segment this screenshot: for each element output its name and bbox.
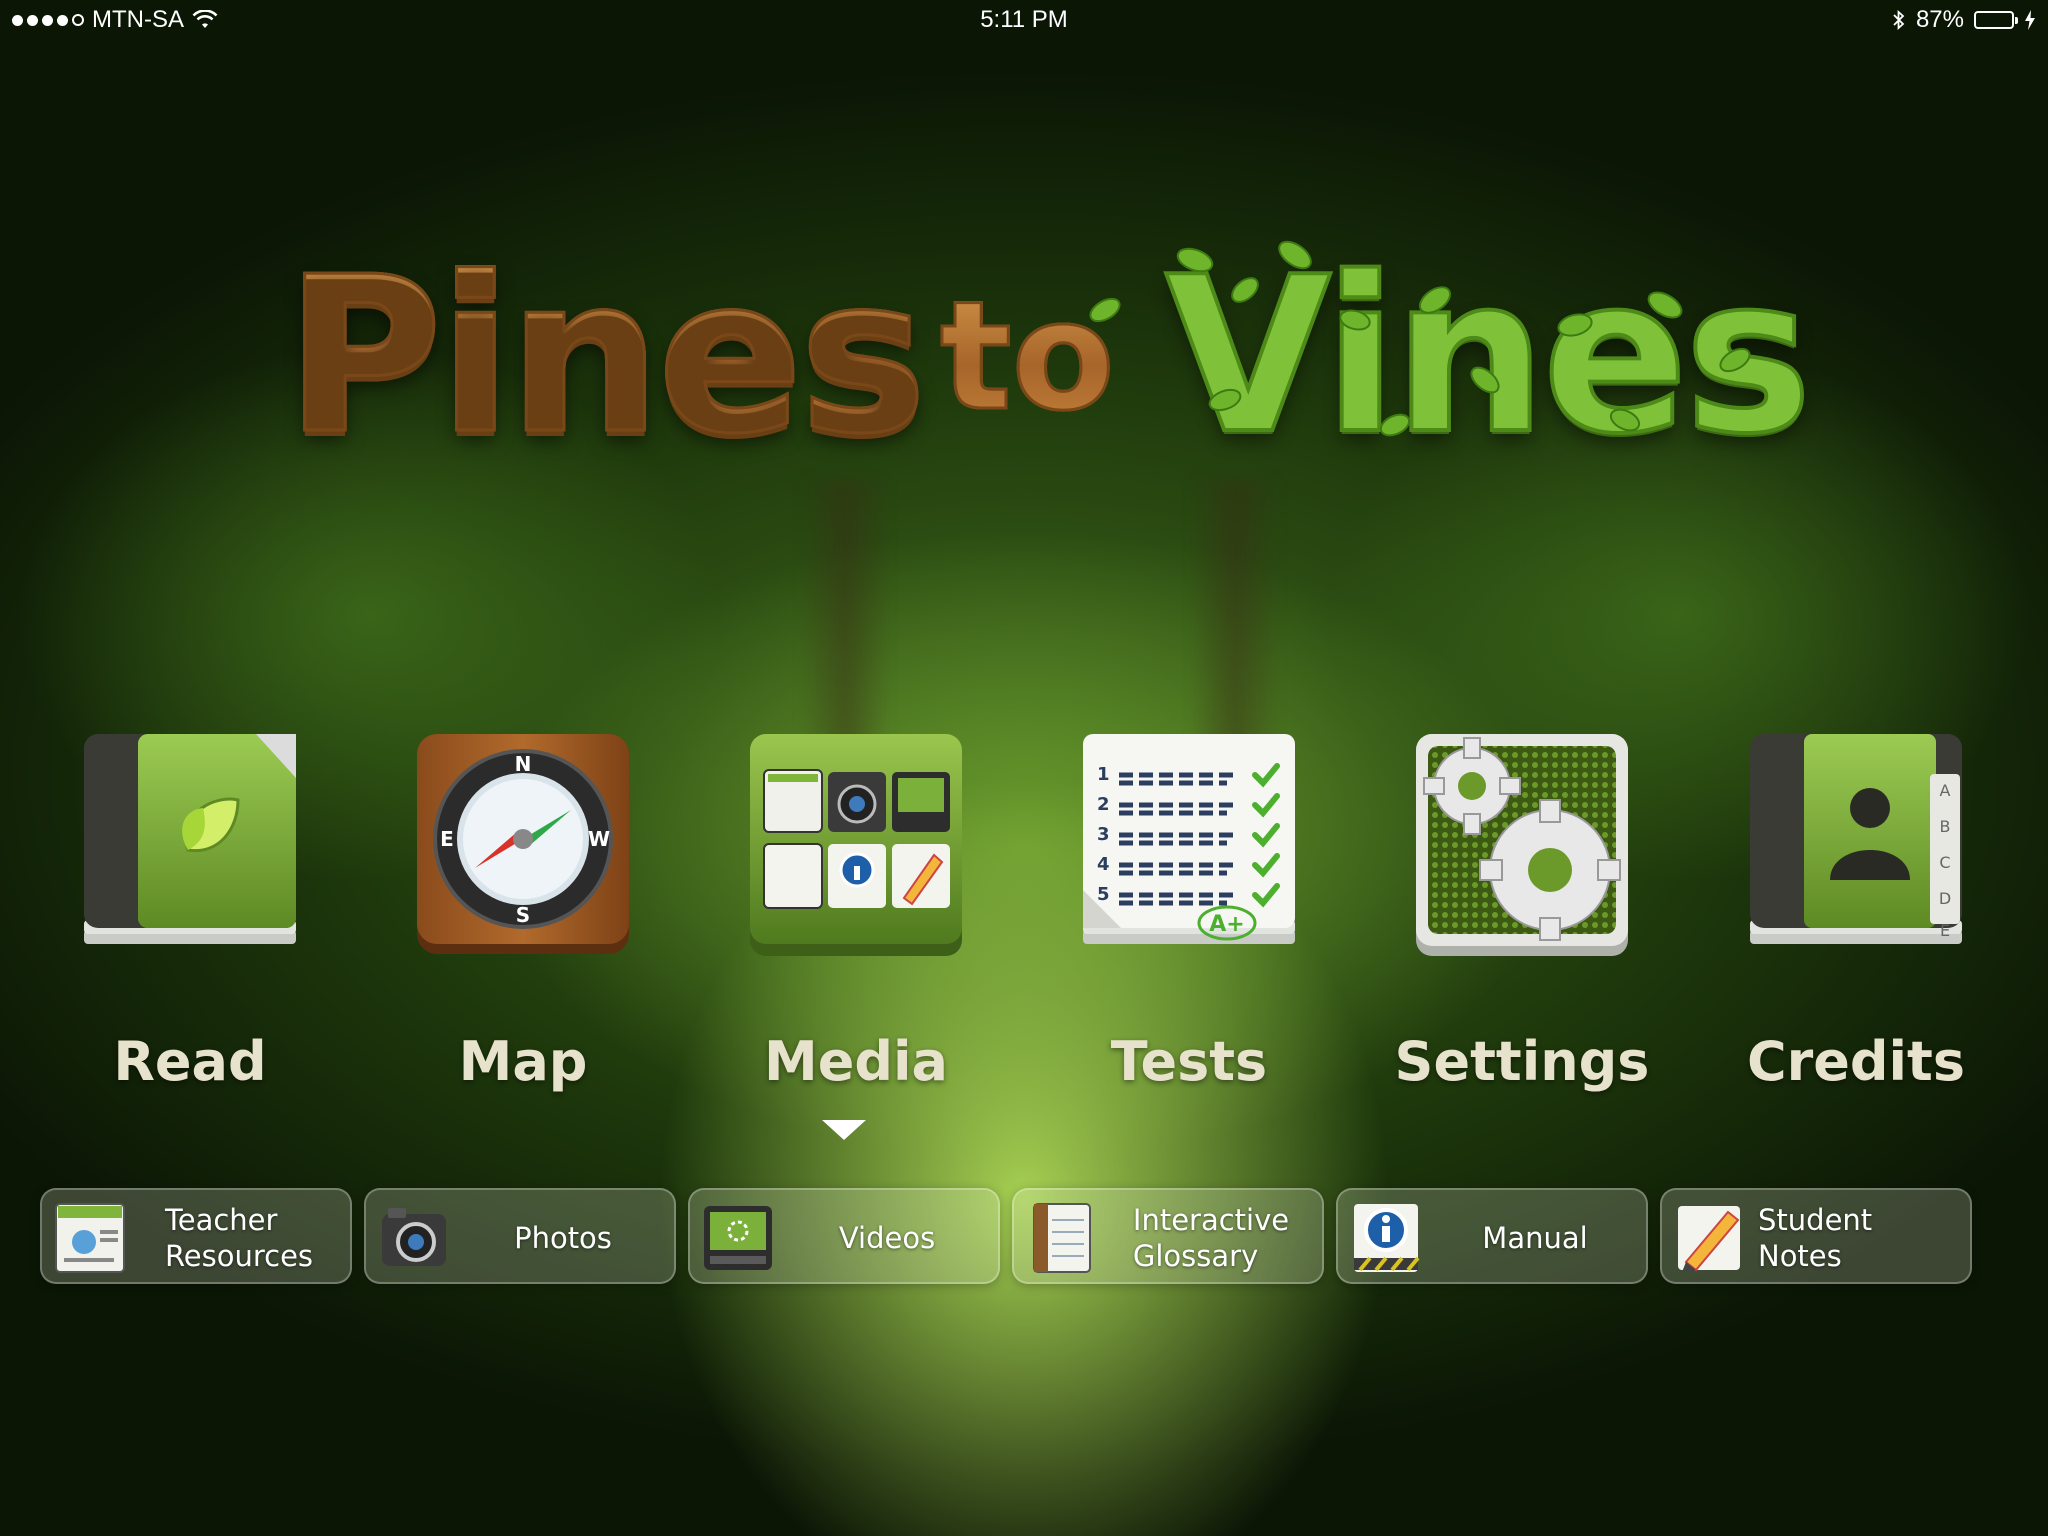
info-icon (1354, 1204, 1420, 1272)
app-label: Credits (1746, 1030, 1965, 1093)
svg-text:B: B (1940, 817, 1951, 836)
app-logo: Pines to Vines (283, 228, 1814, 483)
selected-app-indicator (822, 1120, 866, 1140)
media-item-teacher-resources[interactable]: Teacher Resources (40, 1188, 352, 1284)
address-book-icon: A B C D E (1750, 734, 1962, 944)
media-item-photos[interactable]: Photos (364, 1188, 676, 1284)
media-item-label: Teacher Resources (164, 1203, 314, 1273)
svg-text:E: E (440, 827, 454, 851)
svg-text:E: E (1940, 921, 1950, 940)
svg-text:4: 4 (1097, 854, 1110, 875)
app-label: Settings (1394, 1030, 1650, 1093)
pencil-notes-icon (1678, 1206, 1740, 1272)
logo-pines: Pines (283, 229, 928, 483)
media-item-manual[interactable]: Manual (1336, 1188, 1648, 1284)
media-folder-icon (750, 734, 962, 956)
status-right: 87% (1892, 6, 2036, 34)
bluetooth-icon (1893, 9, 1905, 31)
svg-text:N: N (515, 752, 532, 776)
compass-icon: N E W S (417, 734, 629, 954)
svg-text:A: A (1940, 781, 1951, 800)
svg-text:5: 5 (1097, 884, 1110, 905)
svg-text:A+: A+ (1209, 912, 1244, 937)
status-time: 5:11 PM (980, 6, 1068, 33)
media-item-label: Student Notes (1758, 1203, 1873, 1273)
teacher-resources-icon (55, 1203, 125, 1273)
svg-text:W: W (588, 827, 610, 851)
test-checklist-icon: 1 2 3 4 5 A+ (1083, 734, 1295, 944)
svg-text:S: S (516, 903, 530, 927)
media-item-label: Manual (1482, 1221, 1588, 1255)
battery-percent: 87% (1915, 6, 1964, 33)
notebook-icon (1033, 1203, 1091, 1273)
svg-text:1: 1 (1097, 764, 1110, 785)
svg-text:3: 3 (1097, 824, 1110, 845)
app-label: Media (764, 1030, 948, 1093)
battery-icon (1974, 11, 2018, 29)
status-bar: MTN-SA 5:11 PM 87% (0, 0, 2048, 40)
charging-bolt-icon (2025, 10, 2035, 30)
app-label: Map (458, 1030, 588, 1093)
media-item-label: Interactive Glossary (1132, 1203, 1290, 1273)
app-grid: Read N E W S Map Media 1 2 3 4 5 A+ Test… (0, 730, 2048, 1110)
vine-leaves-decoration (1089, 240, 1751, 437)
app-label: Tests (1110, 1030, 1268, 1093)
svg-text:C: C (1939, 853, 1950, 872)
app-label: Read (113, 1030, 267, 1093)
book-leaf-icon (84, 734, 296, 944)
svg-text:2: 2 (1097, 794, 1110, 815)
media-item-videos[interactable]: Videos (688, 1188, 1000, 1284)
media-item-label: Videos (838, 1221, 936, 1255)
video-player-icon (704, 1206, 772, 1270)
media-item-interactive-glossary[interactable]: Interactive Glossary (1012, 1188, 1324, 1284)
camera-icon (382, 1208, 446, 1266)
svg-text:D: D (1939, 889, 1951, 908)
media-item-label: Photos (514, 1221, 612, 1255)
media-item-student-notes[interactable]: Student Notes (1660, 1188, 1972, 1284)
gears-icon (1416, 734, 1628, 956)
